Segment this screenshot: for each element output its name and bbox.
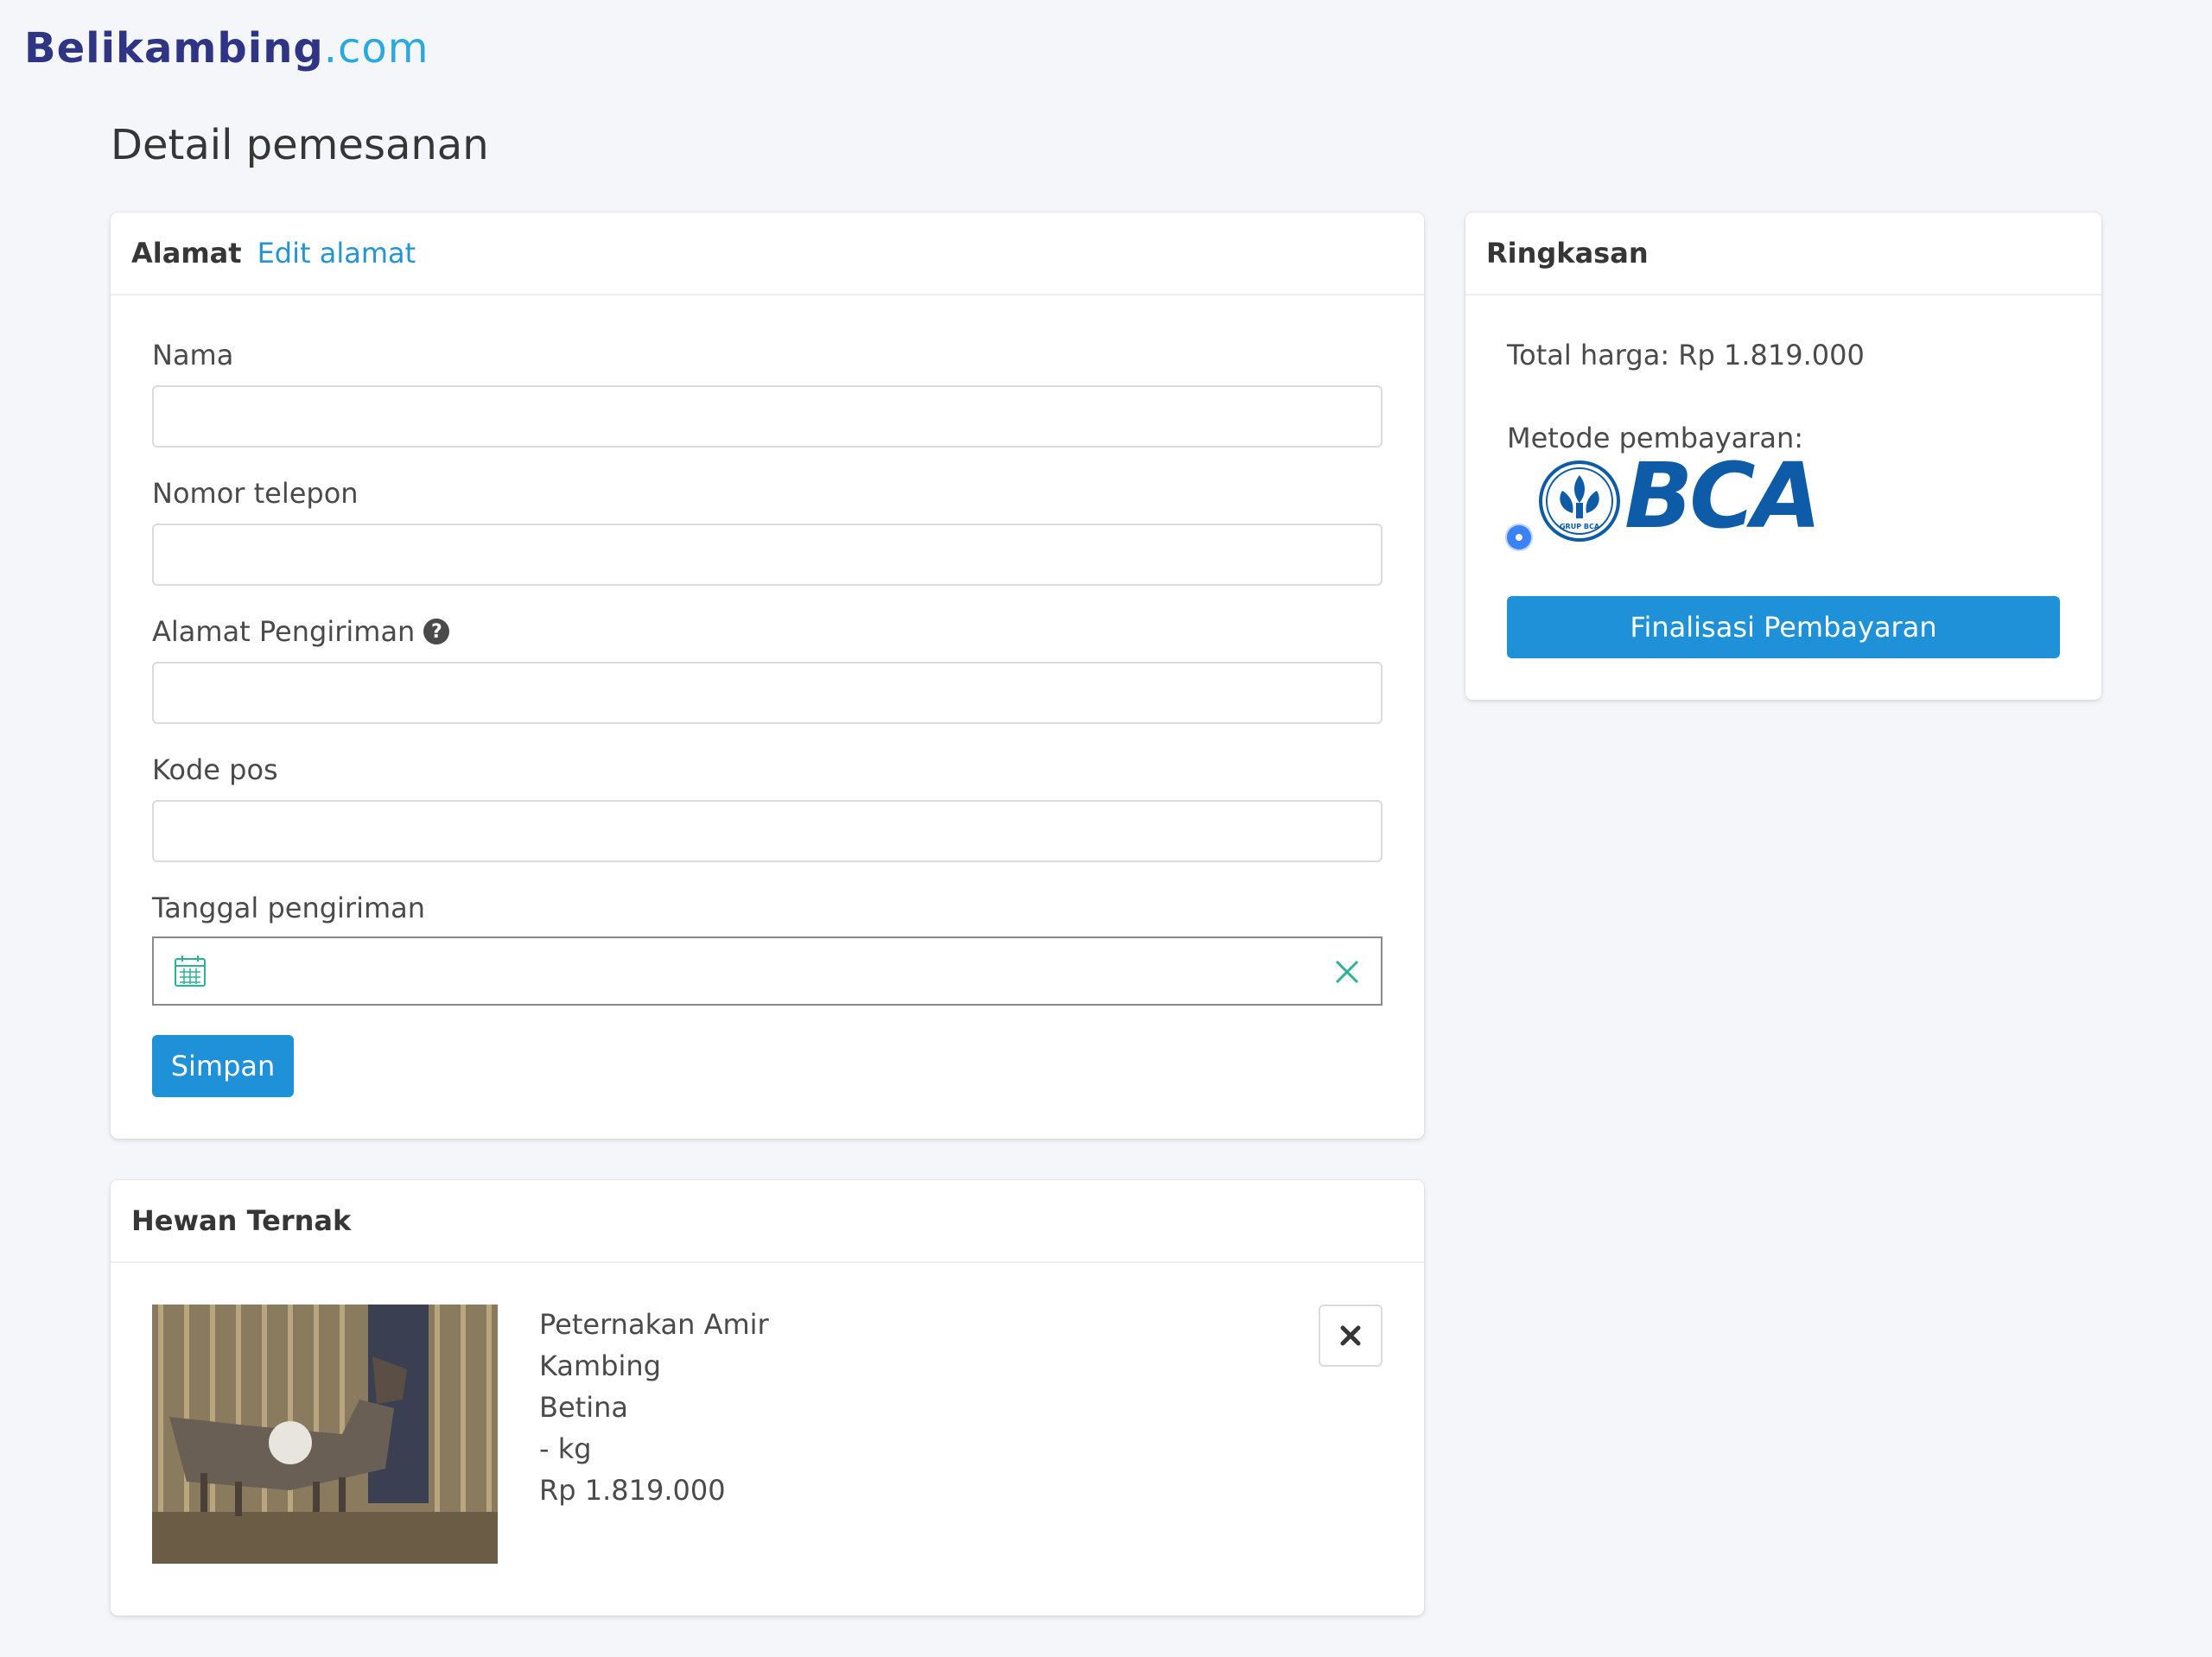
farm-name: Peternakan Amir (539, 1308, 769, 1341)
animal-sex: Betina (539, 1391, 628, 1424)
question-circle-icon[interactable]: ? (423, 619, 450, 644)
postal-code-label: Kode pos (152, 753, 278, 786)
logo-brand: Belikambing (24, 24, 324, 73)
goat-photo-image (152, 1305, 498, 1564)
finalize-payment-button[interactable]: Finalisasi Pembayaran (1507, 596, 2060, 658)
bca-emblem-text: GRUP BCA (1560, 523, 1600, 530)
address-card-title: Alamat (131, 237, 242, 270)
livestock-card-title: Hewan Ternak (131, 1204, 352, 1237)
shipping-address-label-row: Alamat Pengiriman ? (152, 615, 450, 648)
logo-tld: .com (323, 24, 429, 73)
phone-label: Nomor telepon (152, 477, 359, 510)
summary-card-title: Ringkasan (1486, 237, 1649, 270)
livestock-card-header: Hewan Ternak (111, 1180, 1424, 1263)
total-price: Total harga: Rp 1.819.000 (1507, 339, 1865, 371)
calendar-icon (175, 955, 206, 987)
payment-radio-bca[interactable] (1507, 525, 1531, 549)
name-label: Nama (152, 339, 234, 371)
delivery-date-label: Tanggal pengiriman (152, 892, 426, 924)
shipping-address-field[interactable] (152, 662, 1382, 724)
livestock-card: Hewan Ternak Peternakan Amir Kambing Bet… (111, 1180, 1424, 1616)
summary-card: Ringkasan Total harga: Rp 1.819.000 Meto… (1465, 213, 2101, 700)
times-icon (1340, 1325, 1361, 1346)
edit-address-link[interactable]: Edit alamat (257, 237, 416, 270)
animal-type: Kambing (539, 1349, 661, 1382)
delivery-date-picker[interactable] (152, 936, 1382, 1006)
postal-code-field[interactable] (152, 800, 1382, 862)
summary-card-header: Ringkasan (1465, 213, 2101, 295)
goat-photo (152, 1305, 498, 1564)
site-logo[interactable]: Belikambing .com (24, 14, 429, 83)
close-icon[interactable] (1332, 957, 1362, 987)
bca-emblem-icon: GRUP BCA (1539, 460, 1620, 542)
address-card: Alamat Edit alamat Nama Nomor telepon Al… (111, 213, 1424, 1139)
name-field[interactable] (152, 385, 1382, 448)
remove-item-button[interactable] (1319, 1305, 1382, 1367)
shipping-address-label: Alamat Pengiriman (152, 615, 416, 648)
phone-field[interactable] (152, 524, 1382, 586)
address-card-header: Alamat Edit alamat (111, 213, 1424, 295)
animal-weight: - kg (539, 1432, 592, 1465)
animal-price: Rp 1.819.000 (539, 1474, 726, 1507)
save-button[interactable]: Simpan (152, 1035, 294, 1097)
page-title: Detail pemesanan (111, 121, 489, 169)
bca-logo-text: BCA (1624, 443, 1821, 549)
